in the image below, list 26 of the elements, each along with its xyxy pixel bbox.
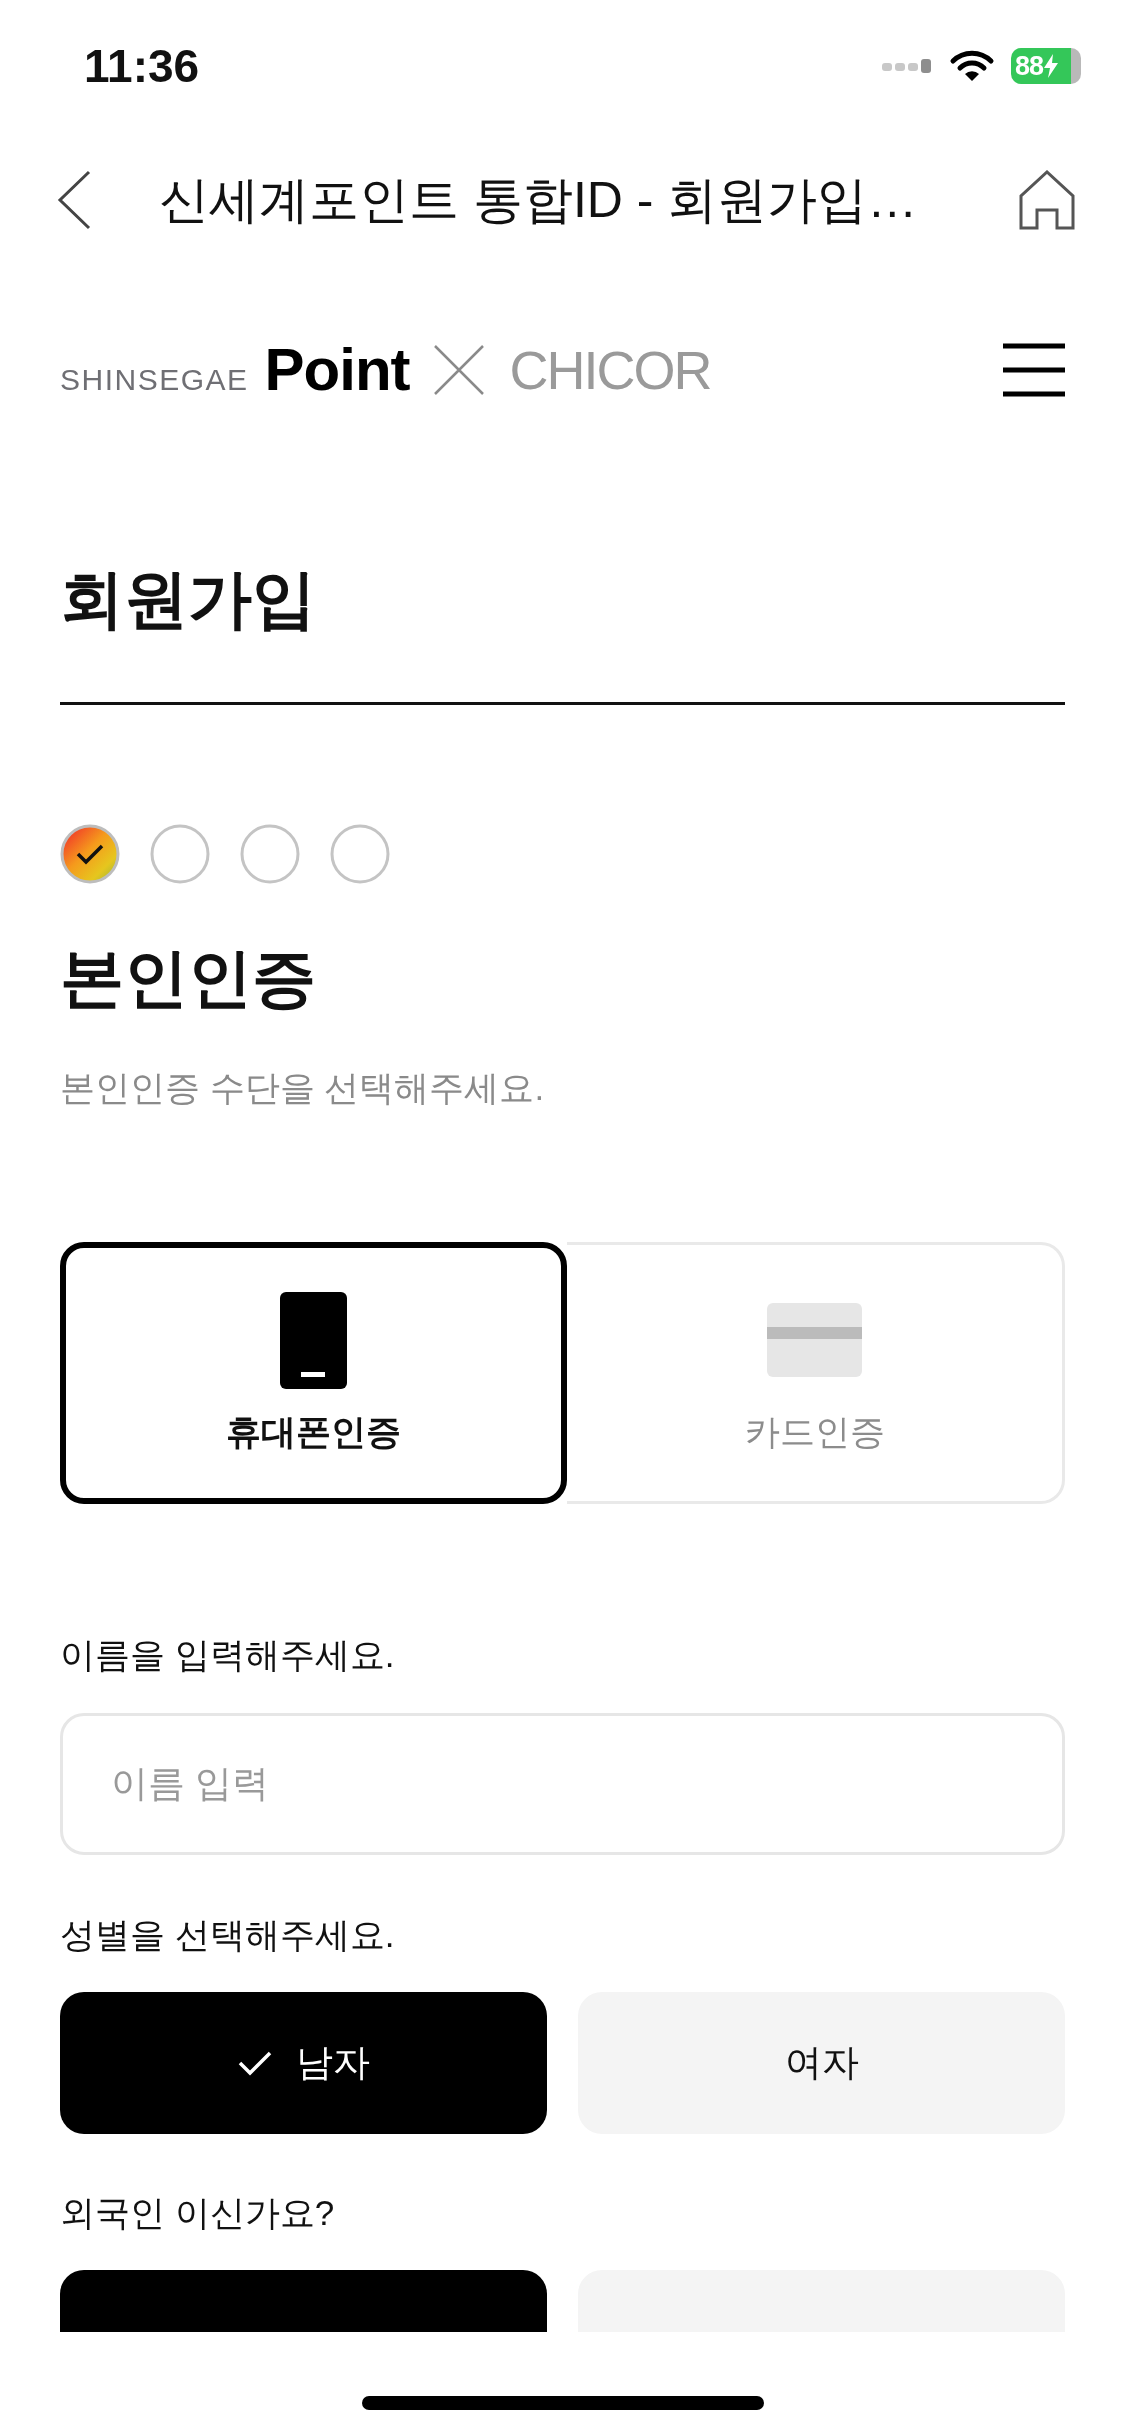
field-label: 성별을 선택해주세요.: [60, 1914, 395, 1956]
gender-option-button[interactable]: 남자: [60, 1992, 547, 2134]
name-input[interactable]: 이름 입력: [60, 1713, 1065, 1855]
back-icon[interactable]: [57, 170, 91, 230]
partner-logo-text: CHICOR: [509, 343, 711, 397]
brand-prefix-text: SHINSEGAE: [60, 365, 249, 395]
nav-title: 신세계포인트 통합ID - 회원가입…: [159, 171, 918, 230]
section-heading: 본인인증: [60, 941, 316, 1016]
home-icon[interactable]: [1019, 170, 1075, 230]
gender-option-button[interactable]: 여자: [578, 1992, 1065, 2134]
check-icon: [237, 2050, 272, 2076]
card-icon: [767, 1303, 862, 1377]
field-label: 이름을 입력해주세요.: [60, 1634, 395, 1676]
status-time: 11:36: [84, 43, 200, 89]
battery-percent-text: 88: [1015, 52, 1044, 80]
wifi-icon: [949, 50, 995, 82]
signal-icon: [882, 59, 933, 73]
bolt-icon: [1044, 54, 1059, 78]
phone-icon: [280, 1291, 347, 1389]
section-subtitle: 본인인증 수단을 선택해주세요.: [60, 1067, 545, 1109]
menu-icon[interactable]: [1003, 343, 1065, 397]
auth-method-tab[interactable]: 휴대폰인증: [60, 1242, 567, 1504]
brand-name-text: Point: [264, 340, 410, 400]
field-label: 외국인 이신가요?: [60, 2192, 335, 2234]
x-mark-icon: [433, 345, 484, 395]
page-heading: 회원가입: [60, 562, 316, 637]
